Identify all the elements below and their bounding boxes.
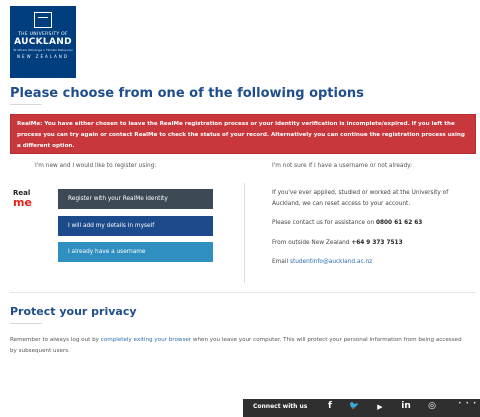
email-link[interactable]: studentinfo@auckland.ac.nz: [290, 259, 372, 265]
logo-line-2: AUCKLAND: [14, 37, 72, 47]
connect-label: Connect with us: [253, 403, 308, 410]
realme-logo: Real me: [13, 190, 37, 210]
contact-phone: 0800 61 62 63: [375, 220, 423, 226]
privacy-underline: [10, 323, 42, 324]
privacy-title: Protect your privacy: [10, 305, 137, 318]
social-footer: Connect with us f 🐦 ▶ in ◎ • • •: [243, 399, 480, 417]
add-details-manually-button[interactable]: I will add my details in myself: [58, 216, 213, 236]
outside-nz-line: From outside New Zealand +64 9 373 7513: [272, 238, 403, 249]
reset-access-text: If you've ever applied, studied or worke…: [272, 190, 449, 207]
more-icon[interactable]: • • •: [458, 400, 477, 407]
linkedin-icon[interactable]: in: [399, 401, 413, 411]
outside-prefix: From outside New Zealand: [272, 240, 352, 246]
contact-line: Please contact us for assistance on 0800…: [272, 218, 422, 229]
email-prefix: Email: [272, 259, 290, 265]
already-have-username-button[interactable]: I already have a username: [58, 242, 213, 262]
right-column-heading: I'm not sure if I have a username or not…: [272, 163, 413, 169]
privacy-text: Remember to always log out by completely…: [10, 335, 470, 357]
instagram-icon[interactable]: ◎: [425, 401, 439, 411]
crest-icon: [34, 12, 52, 28]
left-column-heading: I'm new and I would like to register usi…: [35, 163, 157, 169]
logo-line-3: Te Whare Wānanga o Tāmaki Makaurau: [13, 48, 73, 52]
facebook-icon[interactable]: f: [323, 401, 337, 411]
column-divider: [244, 183, 245, 283]
realme-logo-bottom: me: [13, 196, 32, 209]
email-line: Email studentinfo@auckland.ac.nz: [272, 257, 372, 268]
outside-phone: +64 9 373 7513: [351, 240, 403, 246]
logo-line-4: NEW ZEALAND: [17, 54, 69, 59]
university-logo[interactable]: THE UNIVERSITY OF AUCKLAND Te Whare Wāna…: [10, 6, 76, 78]
title-underline: [10, 104, 42, 105]
privacy-text-before: Remember to always log out by: [10, 337, 101, 343]
page-title: Please choose from one of the following …: [10, 86, 364, 101]
section-separator: [10, 292, 476, 293]
twitter-icon[interactable]: 🐦: [347, 401, 361, 410]
register-realme-button[interactable]: Register with your RealMe identity: [58, 189, 213, 209]
exit-browser-link[interactable]: completely exiting your browser: [101, 337, 191, 343]
youtube-icon[interactable]: ▶: [373, 403, 387, 411]
contact-prefix: Please contact us for assistance on: [272, 220, 376, 226]
alert-text: RealMe: You have either chosen to leave …: [17, 121, 465, 149]
realme-alert: RealMe: You have either chosen to leave …: [10, 114, 476, 154]
